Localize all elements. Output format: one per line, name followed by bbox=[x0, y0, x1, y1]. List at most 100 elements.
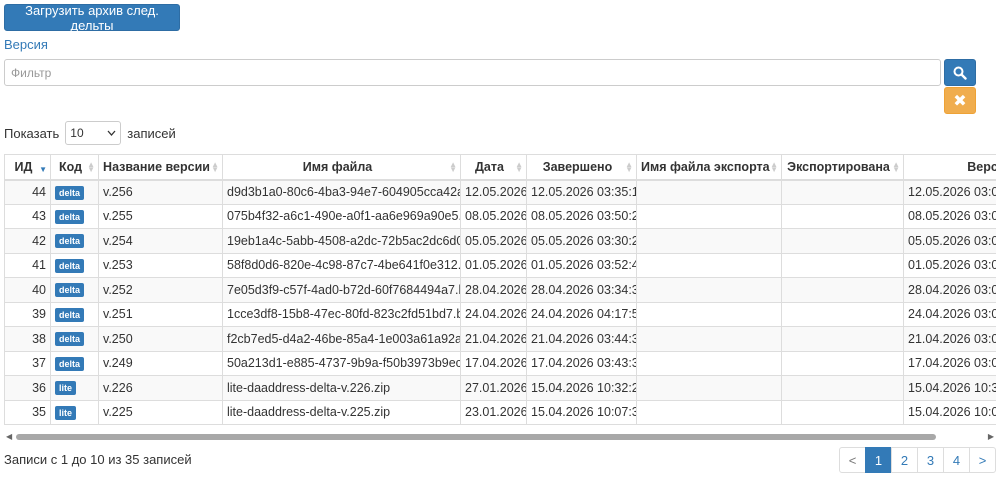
code-badge: delta bbox=[55, 234, 85, 249]
cell-done: 15.04.2026 10:07:36 bbox=[526, 399, 637, 425]
cell-file: 1cce3df8-15b8-47ec-80fd-823c2fd51bd7.bin bbox=[222, 301, 461, 327]
cell-exported bbox=[781, 203, 904, 229]
column-header-done[interactable]: Завершено ▲ ▼ bbox=[526, 154, 637, 181]
page-length-control: Показать 10 записей bbox=[4, 121, 176, 145]
table-row[interactable]: 44 delta v.256 d9d3b1a0-80c6-4ba3-94e7-6049… bbox=[4, 179, 996, 205]
cell-version: 01.05.2026 03:00 bbox=[903, 252, 996, 278]
cell-code: lite bbox=[50, 399, 99, 425]
pagination-page-3[interactable]: 3 bbox=[917, 447, 944, 473]
table-row[interactable]: 37 delta v.249 50a213d1-e885-4737-9b9a-f50b… bbox=[4, 350, 996, 376]
column-header-label: Имя файла экспорта bbox=[641, 159, 770, 174]
pagination-page-1[interactable]: 1 bbox=[865, 447, 892, 473]
cell-done: 08.05.2026 03:50:27 bbox=[526, 203, 637, 229]
cell-done: 24.04.2026 04:17:57 bbox=[526, 301, 637, 327]
cell-id: 38 bbox=[4, 326, 51, 352]
table-row[interactable]: 36 lite v.226 lite-daaddress-delta-v.226.zi… bbox=[4, 375, 996, 401]
cell-done: 01.05.2026 03:52:49 bbox=[526, 252, 637, 278]
table-body: 44 delta v.256 d9d3b1a0-80c6-4ba3-94e7-6049… bbox=[4, 179, 996, 425]
column-header-code[interactable]: Код ▲ ▼ bbox=[50, 154, 99, 181]
chevron-down-icon bbox=[107, 130, 116, 136]
cell-date: 05.05.2026 bbox=[460, 228, 527, 254]
cell-file: 7e05d3f9-c57f-4ad0-b72d-60f7684494a7.bin bbox=[222, 277, 461, 303]
cell-exported bbox=[781, 326, 904, 352]
column-header-label: Название версии bbox=[103, 159, 210, 174]
pagination-page-4[interactable]: 4 bbox=[943, 447, 970, 473]
cell-date: 24.04.2026 bbox=[460, 301, 527, 327]
cell-name: v.252 bbox=[98, 277, 223, 303]
cell-version: 21.04.2026 03:00 bbox=[903, 326, 996, 352]
column-header-exported[interactable]: Экспортирована ▲ ▼ bbox=[781, 154, 904, 181]
cell-id: 44 bbox=[4, 179, 51, 205]
cell-version: 17.04.2026 03:00 bbox=[903, 350, 996, 376]
cell-date: 17.04.2026 bbox=[460, 350, 527, 376]
upload-archive-button[interactable]: Загрузить архив след. дельты bbox=[4, 3, 180, 33]
cell-version: 12.05.2026 03:00 bbox=[903, 179, 996, 205]
table-row[interactable]: 41 delta v.253 58f8d0d6-820e-4c98-87c7-4be6… bbox=[4, 252, 996, 278]
cell-date: 28.04.2026 bbox=[460, 277, 527, 303]
cell-file: lite-daaddress-delta-v.226.zip bbox=[222, 375, 461, 401]
cell-export-file bbox=[636, 350, 782, 376]
column-header-label: Имя файла bbox=[302, 159, 373, 174]
filter-input[interactable] bbox=[4, 59, 941, 86]
entries-label: записей bbox=[127, 125, 176, 141]
cell-file: d9d3b1a0-80c6-4ba3-94e7-604905cca42a.bin bbox=[222, 179, 461, 205]
cell-id: 35 bbox=[4, 399, 51, 425]
cell-exported bbox=[781, 277, 904, 303]
clear-filter-button[interactable]: ✖ bbox=[944, 87, 976, 114]
table-row[interactable]: 40 delta v.252 7e05d3f9-c57f-4ad0-b72d-60f7… bbox=[4, 277, 996, 303]
page-length-value: 10 bbox=[70, 126, 84, 140]
column-header-label: ИД bbox=[14, 159, 33, 174]
cell-code: delta bbox=[50, 277, 99, 303]
table-row[interactable]: 35 lite v.225 lite-daaddress-delta-v.225.zi… bbox=[4, 399, 996, 425]
pagination-next-button[interactable]: > bbox=[969, 447, 996, 473]
sort-icon: ▲ ▼ bbox=[892, 160, 900, 174]
page-length-select[interactable]: 10 bbox=[65, 121, 122, 145]
cell-id: 43 bbox=[4, 203, 51, 229]
cell-id: 37 bbox=[4, 350, 51, 376]
cell-exported bbox=[781, 375, 904, 401]
code-badge: delta bbox=[55, 332, 85, 347]
cell-done: 12.05.2026 03:35:15 bbox=[526, 179, 637, 205]
cell-date: 12.05.2026 bbox=[460, 179, 527, 205]
table-row[interactable]: 38 delta v.250 f2cb7ed5-d4a2-46be-85a4-1e00… bbox=[4, 326, 996, 352]
cell-done: 15.04.2026 10:32:22 bbox=[526, 375, 637, 401]
scrollbar-thumb[interactable] bbox=[16, 434, 936, 440]
cell-exported bbox=[781, 399, 904, 425]
column-header-version[interactable]: Версия bbox=[903, 154, 996, 181]
cell-version: 08.05.2026 03:00 bbox=[903, 203, 996, 229]
search-button[interactable] bbox=[944, 59, 976, 86]
cell-exported bbox=[781, 179, 904, 205]
code-badge: delta bbox=[55, 209, 85, 224]
cell-id: 36 bbox=[4, 375, 51, 401]
cell-done: 05.05.2026 03:30:27 bbox=[526, 228, 637, 254]
column-header-name[interactable]: Название версии ▲ ▼ bbox=[98, 154, 223, 181]
table-row[interactable]: 39 delta v.251 1cce3df8-15b8-47ec-80fd-823c… bbox=[4, 301, 996, 327]
pagination-prev-button[interactable]: < bbox=[839, 447, 866, 473]
sort-icon: ▲ ▼ bbox=[515, 160, 523, 174]
column-header-id[interactable]: ИД ▼ bbox=[4, 154, 51, 181]
table-row[interactable]: 43 delta v.255 075b4f32-a6c1-490e-a0f1-aa6e… bbox=[4, 203, 996, 229]
cell-exported bbox=[781, 301, 904, 327]
cell-file: 58f8d0d6-820e-4c98-87c7-4be641f0e312.bin bbox=[222, 252, 461, 278]
cell-name: v.226 bbox=[98, 375, 223, 401]
cell-export-file bbox=[636, 228, 782, 254]
sort-icon: ▲ ▼ bbox=[770, 160, 778, 174]
cell-date: 27.01.2026 bbox=[460, 375, 527, 401]
column-header-date[interactable]: Дата ▲ ▼ bbox=[460, 154, 527, 181]
scroll-right-arrow-icon[interactable]: ▶ bbox=[988, 432, 994, 441]
cell-id: 42 bbox=[4, 228, 51, 254]
cell-done: 28.04.2026 03:34:32 bbox=[526, 277, 637, 303]
horizontal-scrollbar[interactable]: ◀ ▶ bbox=[4, 432, 996, 442]
cell-exported bbox=[781, 350, 904, 376]
cell-name: v.254 bbox=[98, 228, 223, 254]
scroll-left-arrow-icon[interactable]: ◀ bbox=[6, 432, 12, 441]
column-header-label: Завершено bbox=[542, 159, 613, 174]
cell-code: delta bbox=[50, 203, 99, 229]
pagination-page-2[interactable]: 2 bbox=[891, 447, 918, 473]
column-header-file[interactable]: Имя файла ▲ ▼ bbox=[222, 154, 461, 181]
cell-id: 41 bbox=[4, 252, 51, 278]
column-header-export-file[interactable]: Имя файла экспорта ▲ ▼ bbox=[636, 154, 782, 181]
version-link[interactable]: Версия bbox=[4, 37, 48, 52]
table-row[interactable]: 42 delta v.254 19eb1a4c-5abb-4508-a2dc-72b5… bbox=[4, 228, 996, 254]
cell-date: 21.04.2026 bbox=[460, 326, 527, 352]
